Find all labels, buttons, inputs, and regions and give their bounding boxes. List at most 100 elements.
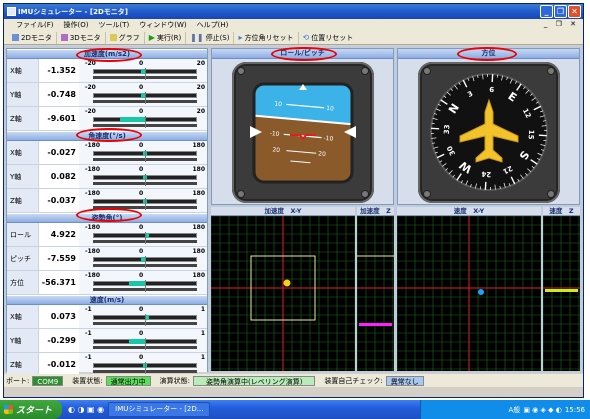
minimize-button[interactable]: _ (540, 5, 553, 18)
bar-fill (129, 339, 145, 344)
2d-monitor-button[interactable]: 2Dモニタ (8, 31, 57, 44)
vel-z-plot (543, 216, 580, 371)
close-button[interactable]: ✕ (568, 5, 581, 18)
start-button[interactable]: スタート (0, 400, 62, 419)
row-value: -9.601 (39, 107, 79, 130)
scale-max: 180 (192, 190, 205, 197)
windows-logo-icon (4, 405, 13, 414)
3d-monitor-button[interactable]: 3Dモニタ (57, 31, 106, 44)
screw (237, 67, 245, 75)
compass-label: 33 (443, 124, 452, 134)
row-value: -0.012 (39, 353, 79, 376)
menu-window[interactable]: ウィンドウ(W) (139, 20, 186, 30)
run-label: 実行(R) (156, 33, 182, 42)
start-label: スタート (16, 406, 53, 416)
row-label: X軸 (7, 59, 39, 82)
row-scale: -20 0 20 (83, 84, 207, 106)
center-line (145, 116, 146, 128)
app-icon (7, 7, 16, 16)
row-label: Z軸 (7, 353, 39, 376)
row-label: Y軸 (7, 83, 39, 106)
row-label: ロール (7, 223, 39, 246)
scale-zero: 0 (139, 108, 144, 115)
scale-zero: 0 (139, 224, 144, 231)
scale-max: 180 (192, 272, 205, 279)
row-value: 4.922 (39, 223, 79, 246)
screw (423, 190, 431, 198)
center-line (145, 362, 146, 374)
row-value: 0.073 (39, 305, 79, 328)
row-scale: -180 0 180 (83, 166, 207, 188)
menu-help[interactable]: ヘルプ(H) (197, 20, 229, 30)
compass-label: 6 (489, 86, 494, 94)
attitude-row-roll: ロール 4.922 -180 0 180 (7, 223, 207, 247)
velocity-header: 速度(m/s) (7, 295, 207, 305)
menu-tools[interactable]: ツール(T) (98, 20, 129, 30)
heading-panel: 方位 N 3 6 E 12 15 S 21 24 W 30 33 (397, 48, 580, 205)
calc-state-label: 演算状態: (159, 376, 190, 385)
run-button[interactable]: ▶ 実行(R) (145, 31, 187, 44)
heading-reset-label: 方位角リセット (244, 33, 294, 42)
compass-indicator: N 3 6 E 12 15 S 21 24 W 30 33 (418, 62, 560, 203)
row-label: X軸 (7, 141, 39, 164)
annotation-ring (457, 47, 517, 61)
heading-reset-button[interactable]: ▸ 方位角リセット (234, 31, 299, 44)
menu-operate[interactable]: 操作(O) (64, 20, 89, 30)
vel-z-marker (545, 289, 578, 292)
row-label: Z軸 (7, 189, 39, 212)
pause-icon: ❚❚ (190, 33, 204, 42)
taskbar-app-button[interactable]: IMUシミュレーター - [2D... (108, 402, 211, 417)
row-label: Y軸 (7, 165, 39, 188)
scale-min: -180 (85, 166, 101, 173)
attitude-row-pitch: ピッチ -7.559 -180 0 180 (7, 247, 207, 271)
menu-bar: ファイル(F) 操作(O) ツール(T) ウィンドウ(W) ヘルプ(H) _ ❐… (4, 19, 583, 31)
scale-zero: 0 (139, 142, 144, 149)
scale-min: -1 (85, 354, 92, 361)
tray-icons[interactable]: ▣ ◉ ◈ ◆ ◐ (523, 406, 562, 414)
scale-min: -180 (85, 224, 101, 231)
scale-zero: 0 (139, 190, 144, 197)
velocity-row-x: X軸 0.073 -1 0 1 (7, 305, 207, 329)
bar-fill (128, 281, 145, 286)
center-line (145, 198, 146, 210)
row-scale: -180 0 180 (83, 248, 207, 270)
stop-button[interactable]: ❚❚ 停止(S) (186, 31, 235, 44)
scale-min: -20 (85, 84, 96, 91)
scale-zero: 0 (139, 166, 144, 173)
position-reset-button[interactable]: ⟲ 位置リセット (299, 32, 358, 44)
mdi-controls[interactable]: _ ❐ ✕ (544, 20, 579, 28)
stop-label: 停止(S) (205, 33, 230, 42)
row-value: -56.371 (39, 271, 79, 294)
scale-max: 1 (200, 330, 205, 337)
screw (547, 190, 555, 198)
taskbar: スタート ◐ ◑ ▣ ◉ IMUシミュレーター - [2D... A般 ▣ ◉ … (0, 400, 590, 419)
velocity-row-z: Z軸 -0.012 -1 0 1 (7, 353, 207, 376)
pitch-label-4: -10 (323, 135, 334, 143)
pitch-label-1: 10 (274, 100, 282, 108)
scale-max: 1 (200, 306, 205, 313)
scale-min: -180 (85, 272, 101, 279)
center-line (145, 314, 146, 326)
scale-min: -1 (85, 330, 92, 337)
row-value: -0.027 (39, 141, 79, 164)
vel-xy-graph: 速度 X-Y (397, 207, 541, 371)
accel-row-x: X軸 -1.352 -20 0 20 (7, 59, 207, 83)
vel-z-header: 速度 Z (543, 207, 580, 216)
restore-button[interactable]: ❐ (554, 5, 567, 18)
port-label: ポート: (6, 376, 30, 385)
accel-z-graph: 加速度 Z (357, 207, 394, 371)
center-line (145, 150, 146, 162)
quicklaunch-icons[interactable]: ◐ ◑ ▣ ◉ (68, 405, 104, 414)
self-check-value: 異常なし (385, 375, 424, 386)
graph-button[interactable]: グラフ (106, 31, 145, 44)
row-scale: -180 0 180 (83, 224, 207, 246)
graph-icon (109, 34, 117, 41)
gyro-row-x: X軸 -0.027 -180 0 180 (7, 141, 207, 165)
2d-monitor-label: 2Dモニタ (21, 33, 52, 42)
velocity-row-y: Y軸 -0.299 -1 0 1 (7, 329, 207, 353)
row-scale: -1 0 1 (83, 306, 207, 328)
vel-xy-plot (397, 216, 541, 371)
menu-file[interactable]: ファイル(F) (16, 20, 54, 30)
ime-indicator[interactable]: A般 (509, 405, 521, 415)
bar-fill (120, 117, 145, 122)
